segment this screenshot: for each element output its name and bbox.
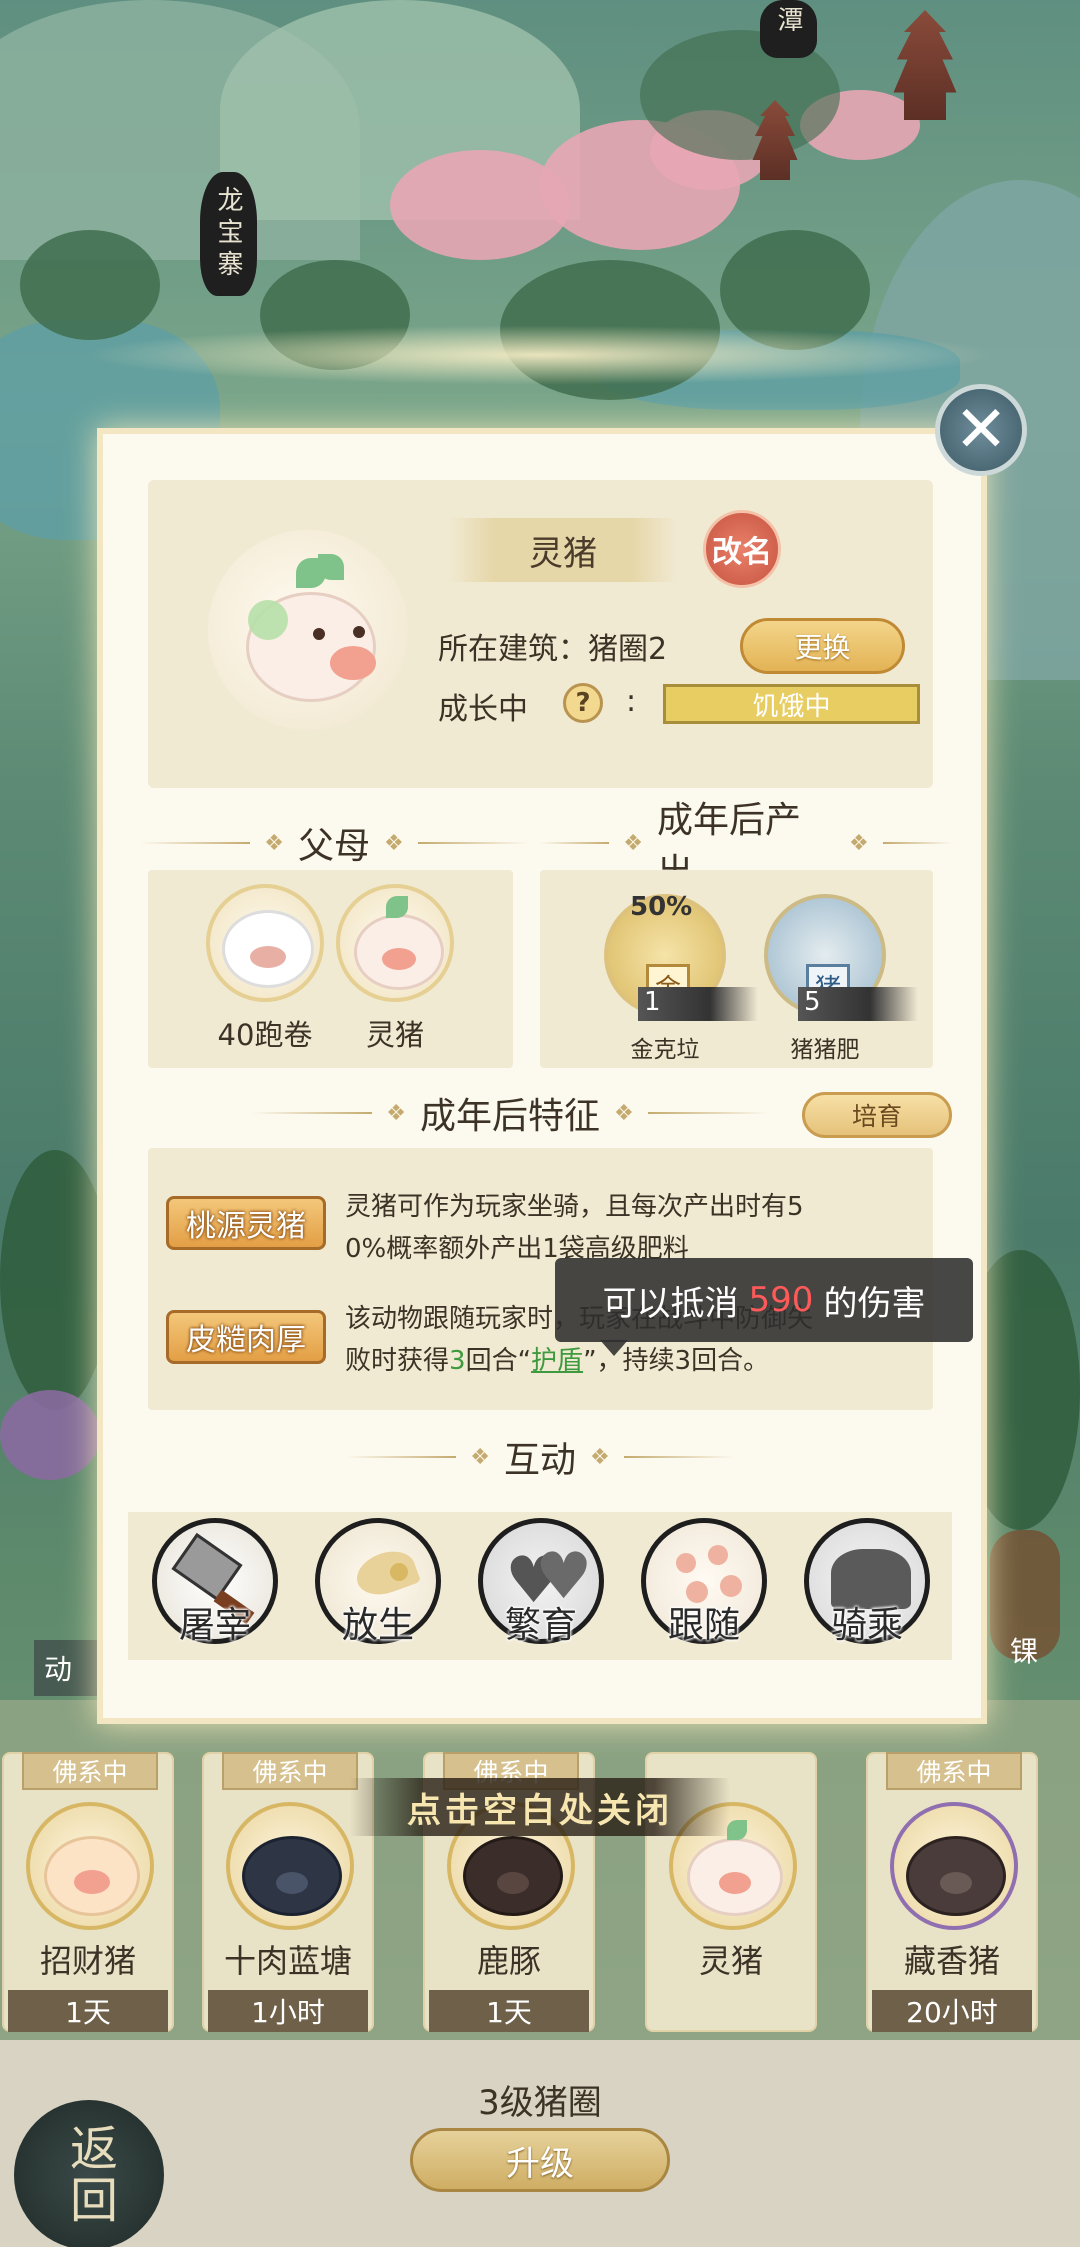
pen-status-badge: 佛系中 [22,1752,158,1790]
output-count: 1 [638,987,758,1021]
trait-badge[interactable]: 桃源灵猪 [166,1196,326,1250]
growth-label: 成长中 [438,692,528,727]
release-button[interactable]: 放生 [313,1518,443,1654]
side-right-label: 锞 [1010,1635,1039,1668]
pen-pig-timer: 20小时 [872,1990,1032,2032]
pet-name-plaque: 灵猪 [448,518,678,582]
breed-button[interactable]: ♥ ♥ 繁育 [476,1518,606,1654]
slaughter-button[interactable]: 屠宰 [150,1518,280,1654]
pen-pig-name: 十肉蓝塘 [223,1942,352,1980]
ride-button[interactable]: 骑乘 [802,1518,932,1654]
map-location-label-top[interactable]: 潭 [760,0,817,58]
hunger-status-bar: 饥饿中 [663,684,920,724]
pen-pig-name: 鹿豚 [476,1942,541,1980]
output-chance: 50% [630,892,693,922]
help-icon[interactable]: ? [563,683,603,723]
parents-section-title: ❖ 父母 ❖ [128,818,540,868]
pen-pig-portrait [226,1802,354,1930]
back-button[interactable]: 返回 [14,2100,164,2247]
pet-name: 灵猪 [529,533,597,574]
pen-pig-timer: 1天 [429,1990,589,2032]
rename-button[interactable]: 改名 [703,510,781,588]
pen-pig-name: 灵猪 [698,1942,763,1980]
pet-portrait [208,530,408,730]
parent-item[interactable]: 灵猪 [330,884,460,1054]
close-icon: ✕ [954,393,1008,467]
tooltip-arrow [600,1340,628,1356]
output-item[interactable]: 金 50% 1 金克垃 [590,892,758,1064]
pen-pig-timer: 1小时 [208,1990,368,2032]
tap-to-close-hint[interactable]: 点击空白处关闭 [350,1778,730,1836]
pet-info-card: 灵猪 改名 所在建筑：猪圈2 更换 成长中 ? : 饥饿中 [148,480,933,788]
interact-section-title: ❖ 互动 ❖ [340,1432,740,1482]
pen-slot[interactable]: 佛系中 招财猪 1天 [2,1752,174,2032]
shield-link[interactable]: 护盾 [531,1346,583,1376]
parent-portrait [336,884,454,1002]
close-button[interactable]: ✕ [935,384,1027,476]
trait-badge[interactable]: 皮糙肉厚 [166,1310,326,1364]
parent-item[interactable]: 40跑卷 [200,884,330,1054]
map-location-label[interactable]: 龙宝寨 [200,172,257,296]
pen-pig-portrait [890,1802,1018,1930]
change-building-button[interactable]: 更换 [740,618,905,674]
pen-status-badge: 佛系中 [222,1752,358,1790]
output-name: 猪猪肥 [790,1037,860,1063]
output-name: 金克垃 [630,1037,700,1063]
modal-top-decoration [80,325,1000,385]
follow-button[interactable]: 跟随 [639,1518,769,1654]
parent-portrait [206,884,324,1002]
pen-pig-portrait [26,1802,154,1930]
parent-name: 40跑卷 [217,1018,313,1052]
pen-slot[interactable]: 佛系中 藏香猪 20小时 [866,1752,1038,2032]
pen-slot[interactable]: 佛系中 十肉蓝塘 1小时 [202,1752,374,2032]
pen-pig-timer: 1天 [8,1990,168,2032]
output-item[interactable]: 猪 5 猪猪肥 [750,894,918,1064]
pen-pig-name: 藏香猪 [903,1942,1000,1980]
upgrade-button[interactable]: 升级 [410,2128,670,2192]
parents-card: 40跑卷 灵猪 [148,870,513,1068]
output-card: 金 50% 1 金克垃 猪 5 猪猪肥 [540,870,933,1068]
cultivate-button[interactable]: 培育 [802,1092,952,1138]
pen-status-badge: 佛系中 [886,1752,1022,1790]
traits-section-title: ❖ 成年后特征 ❖ [250,1088,770,1138]
building-label: 所在建筑：猪圈2 [438,632,668,667]
growth-colon: : [626,684,637,719]
output-count: 5 [798,987,918,1021]
parent-name: 灵猪 [365,1018,424,1052]
output-section-title: ❖成年后产出❖ [540,800,952,893]
damage-tooltip: 可以抵消 590 的伤害 [555,1258,973,1342]
interact-action-bar: 屠宰 放生 ♥ ♥ 繁育 跟随 骑乘 [128,1512,952,1660]
pen-level-label: 3级猪圈 [478,2083,602,2123]
pen-pig-name: 招财猪 [39,1942,136,1980]
